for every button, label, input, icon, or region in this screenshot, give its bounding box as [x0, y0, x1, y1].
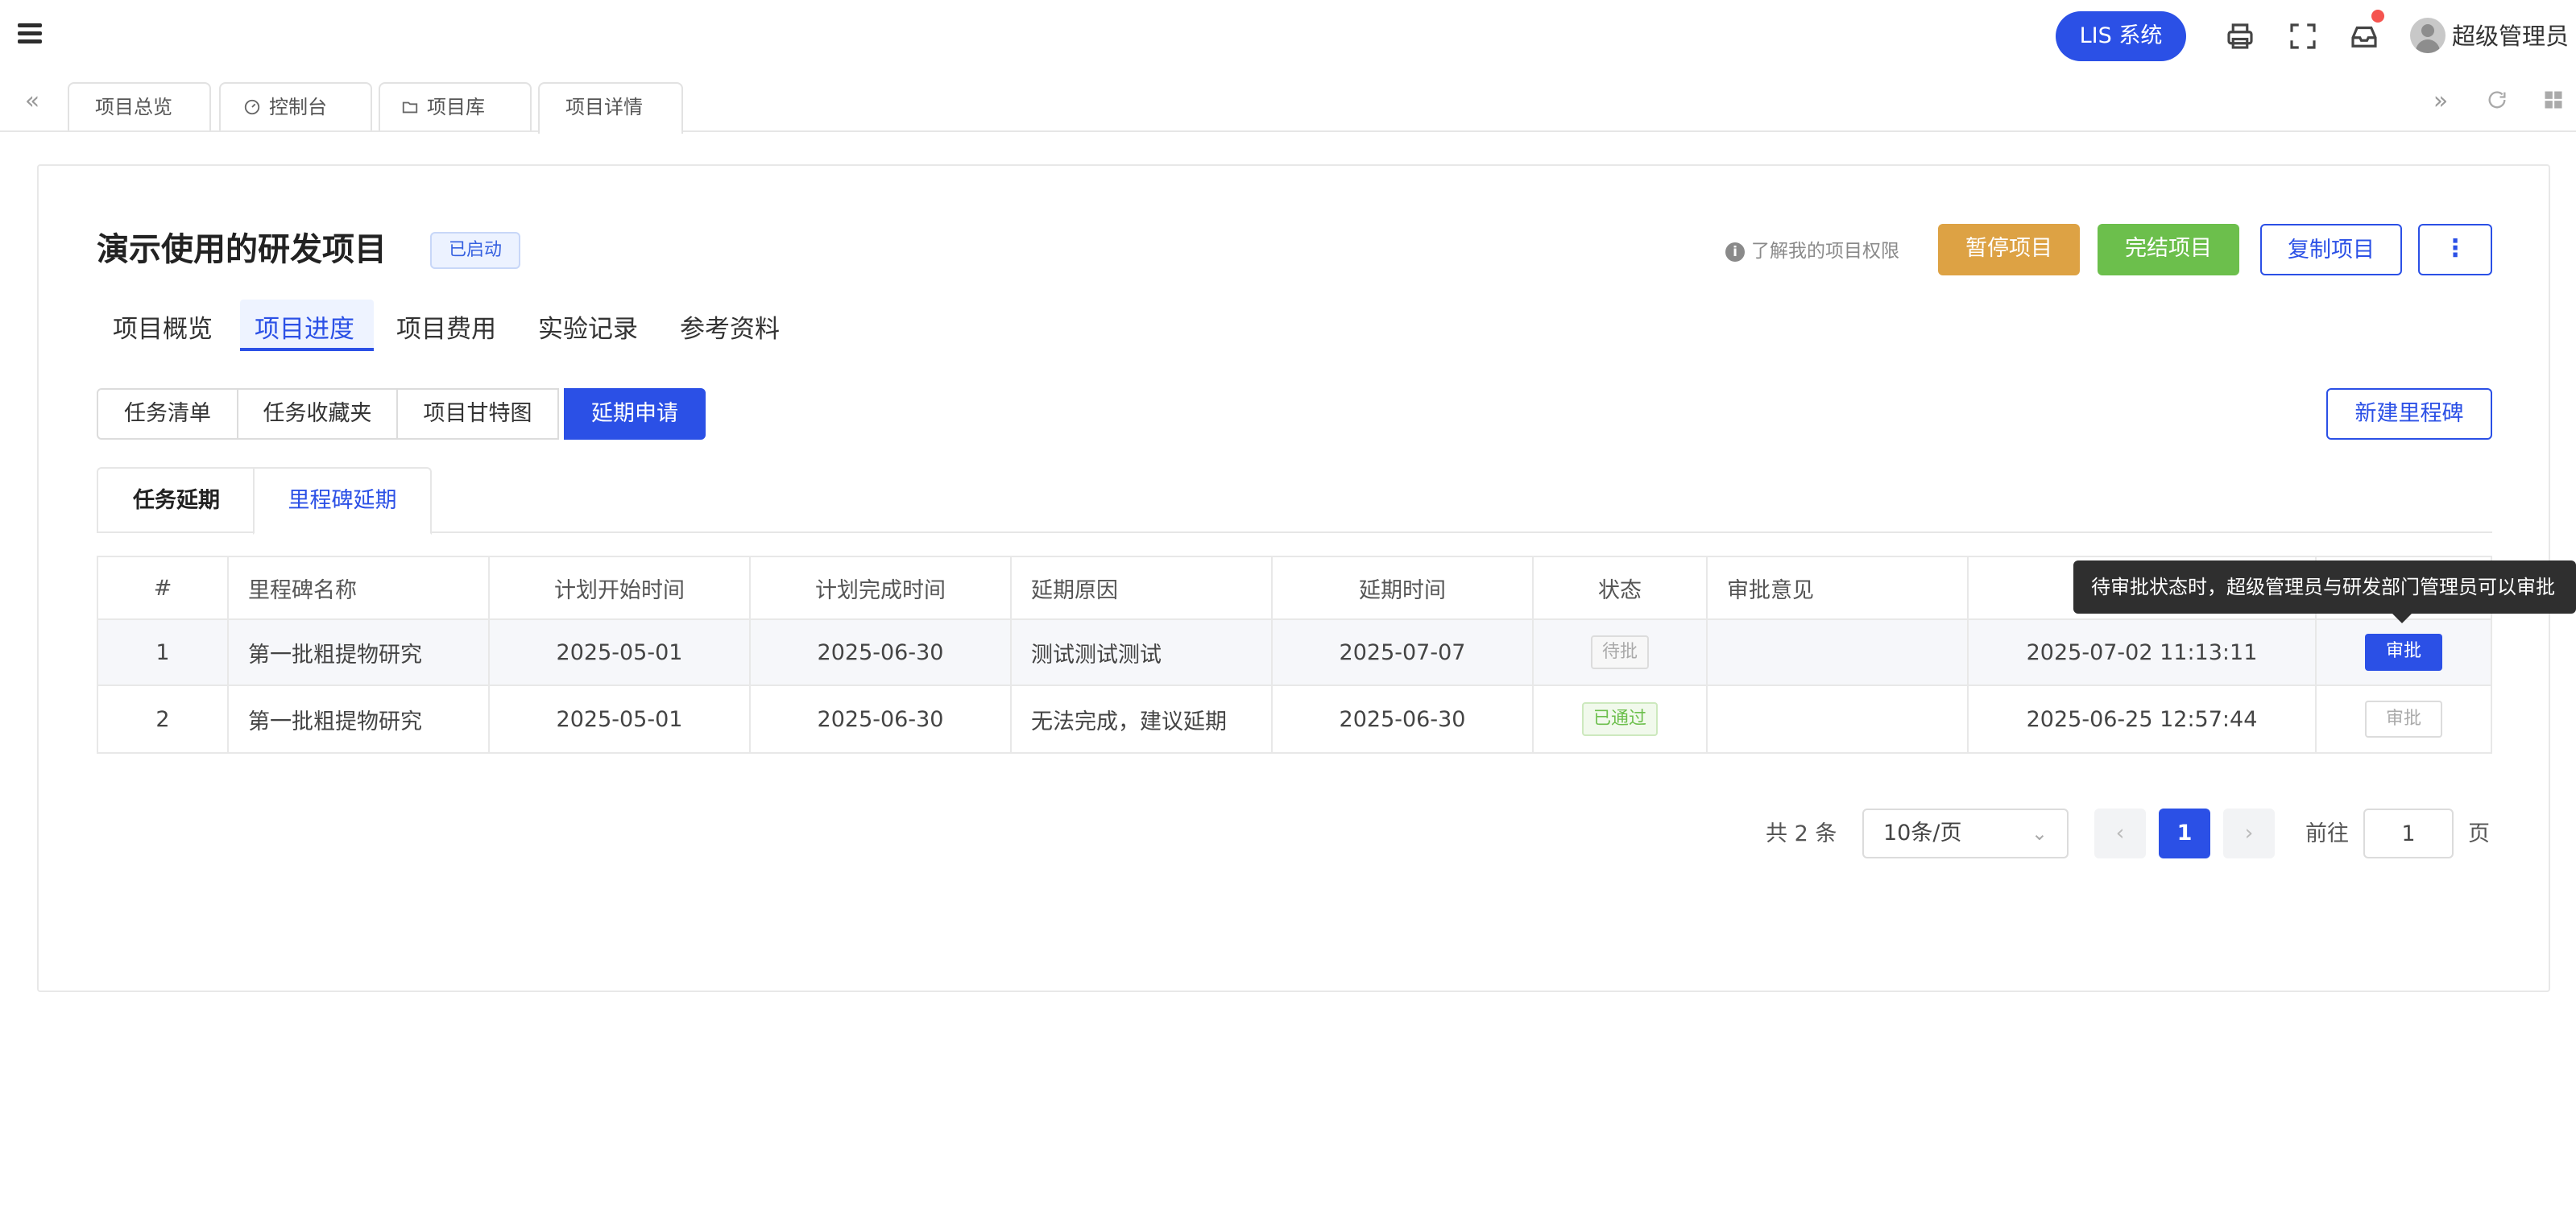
approve-button[interactable]: 审批 [2365, 634, 2442, 671]
finish-project-button[interactable]: 完结项目 [2098, 224, 2239, 275]
page-title: 演示使用的研发项目 [97, 231, 387, 268]
tab-milestone-delay[interactable]: 里程碑延期 [253, 467, 432, 535]
status-badge: 待批 [1590, 635, 1649, 669]
folder-icon [402, 101, 418, 114]
fullscreen-icon[interactable] [2286, 19, 2320, 53]
delay-reason: 无法完成，建议延期 [1012, 686, 1273, 752]
next-page-button[interactable]: › [2223, 809, 2275, 858]
column-header: 计划开始时间 [490, 557, 751, 618]
column-header: 计划完成时间 [751, 557, 1012, 618]
refresh-icon[interactable] [2484, 89, 2510, 114]
goto-label: 前往 [2305, 821, 2349, 846]
approval-opinion [1708, 620, 1969, 685]
tab-label: 控制台 [269, 96, 327, 118]
permission-info-link[interactable]: i 了解我的项目权限 [1725, 237, 1899, 266]
plan-start: 2025-05-01 [490, 620, 751, 685]
page-size-select[interactable]: 10条/页 ⌄ [1862, 809, 2069, 858]
column-header: 里程碑名称 [229, 557, 490, 618]
dashboard-icon [244, 99, 260, 115]
status-cell: 待批 [1534, 620, 1708, 685]
tab-label: 项目总览 [95, 96, 172, 118]
column-header: 延期时间 [1273, 557, 1534, 618]
status-cell: 已通过 [1534, 686, 1708, 752]
column-header: # [98, 557, 229, 618]
pause-project-button[interactable]: 暂停项目 [1938, 224, 2080, 275]
column-header: 状态 [1534, 557, 1708, 618]
row-index: 1 [98, 620, 229, 685]
segment-gantt[interactable]: 项目甘特图 [396, 388, 559, 440]
status-badge: 已启动 [430, 232, 520, 269]
more-actions-button[interactable]: ⋮ [2418, 224, 2492, 275]
segment-task-list[interactable]: 任务清单 [97, 388, 238, 440]
action-cell: 审批 [2317, 620, 2491, 685]
segment-delay-request[interactable]: 延期申请 [564, 388, 706, 440]
page-tab-bar: « 项目总览 控制台 项目库 项目详情 » [0, 71, 2576, 134]
tooltip-arrow [2392, 614, 2412, 623]
approve-tooltip: 待审批状态时，超级管理员与研发部门管理员可以审批 [2073, 560, 2576, 614]
tab-label: 项目库 [427, 96, 485, 118]
action-cell: 审批 [2317, 686, 2491, 752]
pagination-total: 共 2 条 [1766, 821, 1837, 846]
delay-date: 2025-06-30 [1273, 686, 1534, 752]
status-badge: 已通过 [1581, 702, 1658, 736]
table-row: 1 第一批粗提物研究 2025-05-01 2025-06-30 测试测试测试 … [98, 620, 2491, 686]
tabs-scroll-right-icon[interactable]: » [2428, 89, 2454, 114]
row-index: 2 [98, 686, 229, 752]
info-icon: i [1725, 242, 1745, 262]
prev-page-button[interactable]: ‹ [2094, 809, 2146, 858]
new-milestone-button[interactable]: 新建里程碑 [2326, 388, 2492, 440]
page-number-current[interactable]: 1 [2159, 809, 2210, 858]
username[interactable]: 超级管理员 [2452, 19, 2569, 53]
tab-project-library[interactable]: 项目库 [379, 82, 532, 130]
milestone-name: 第一批粗提物研究 [229, 620, 490, 685]
plan-end: 2025-06-30 [751, 686, 1012, 752]
top-bar: LIS 系统 超级管理员 [0, 0, 2576, 71]
avatar[interactable] [2410, 18, 2446, 53]
delay-reason: 测试测试测试 [1012, 620, 1273, 685]
tab-label: 项目详情 [565, 96, 643, 118]
tab-project-overview[interactable]: 项目总览 [68, 82, 211, 130]
inbox-icon[interactable] [2347, 19, 2381, 53]
plan-end: 2025-06-30 [751, 620, 1012, 685]
approve-button-disabled: 审批 [2365, 701, 2442, 738]
goto-unit: 页 [2468, 821, 2490, 846]
approval-opinion [1708, 686, 1969, 752]
tab-experiments[interactable]: 实验记录 [538, 301, 638, 358]
column-header: 延期原因 [1012, 557, 1273, 618]
column-header: 审批意见 [1708, 557, 1969, 618]
tabs-scroll-left-icon[interactable]: « [19, 89, 45, 114]
tab-project-detail[interactable]: 项目详情 [538, 82, 683, 134]
notification-dot [2371, 10, 2384, 23]
submit-time: 2025-07-02 11:13:11 [1969, 620, 2317, 685]
milestone-name: 第一批粗提物研究 [229, 686, 490, 752]
page-size-value: 10条/页 [1883, 821, 1962, 846]
active-tab-underline [240, 348, 374, 351]
plan-start: 2025-05-01 [490, 686, 751, 752]
submit-time: 2025-06-25 12:57:44 [1969, 686, 2317, 752]
tab-dashboard[interactable]: 控制台 [219, 82, 372, 130]
goto-page-input[interactable] [2363, 809, 2454, 858]
table-row: 2 第一批粗提物研究 2025-05-01 2025-06-30 无法完成，建议… [98, 686, 2491, 752]
print-icon[interactable] [2223, 19, 2257, 53]
delay-date: 2025-07-07 [1273, 620, 1534, 685]
chevron-down-icon: ⌄ [2031, 822, 2048, 845]
permission-link-label: 了解我的项目权限 [1751, 241, 1899, 262]
copy-project-button[interactable]: 复制项目 [2260, 224, 2402, 275]
segment-task-favorites[interactable]: 任务收藏夹 [237, 388, 398, 440]
tab-overview[interactable]: 项目概览 [113, 301, 213, 358]
system-switch-button[interactable]: LIS 系统 [2056, 11, 2186, 61]
tab-cost[interactable]: 项目费用 [396, 301, 496, 358]
menu-toggle-icon[interactable] [18, 23, 42, 45]
grid-menu-icon[interactable] [2541, 89, 2566, 114]
tab-references[interactable]: 参考资料 [680, 301, 780, 358]
tab-task-delay[interactable]: 任务延期 [97, 467, 255, 533]
delay-sub-tabs: 任务延期 里程碑延期 [97, 467, 2492, 535]
